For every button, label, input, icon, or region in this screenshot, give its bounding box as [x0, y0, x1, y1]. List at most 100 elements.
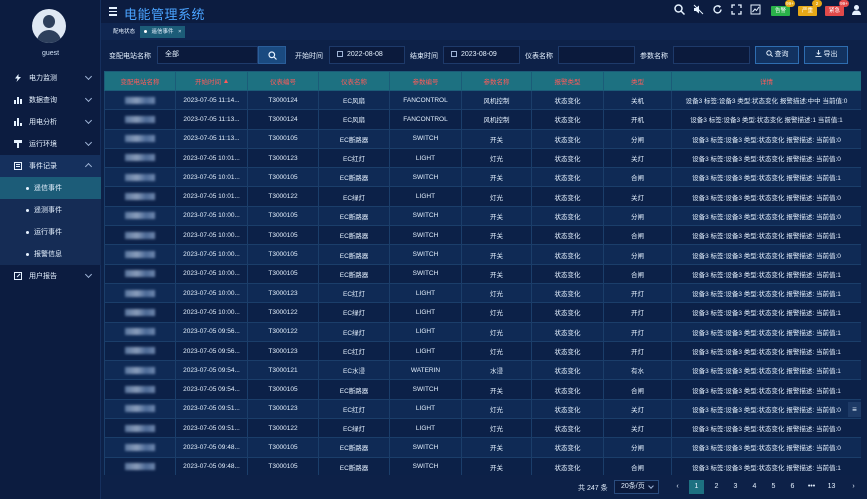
sort-asc-icon[interactable] — [224, 79, 228, 83]
sidebar-item-user-report[interactable]: 用户报告 — [0, 265, 101, 287]
sidebar-subitem-telemetry[interactable]: 遥测事件 — [0, 199, 101, 221]
page-button-5[interactable]: 5 — [766, 480, 781, 494]
cell-type: 合闸 — [603, 225, 672, 246]
avatar[interactable] — [32, 9, 66, 43]
page-size-select[interactable]: 20条/页 — [614, 480, 659, 494]
cell-type: 关机 — [603, 89, 672, 111]
redacted-text — [125, 250, 155, 258]
end-date-value: 2023-08-09 — [461, 51, 497, 58]
redacted-text — [125, 463, 155, 471]
sidebar-subitem-runtime[interactable]: 运行事件 — [0, 221, 101, 243]
table-row[interactable]: 2023-07-05 11:13... T3000105 EC断路器 SWITCH 开关… — [104, 128, 861, 149]
column-header-alarm-type[interactable]: 报警类型 — [531, 71, 604, 91]
hamburger-menu-icon[interactable] — [109, 7, 117, 16]
alarm-warning-button[interactable]: 告警 99+ — [770, 0, 795, 16]
prev-page-button[interactable]: ‹ — [670, 480, 685, 494]
cell-type: 合闸 — [603, 456, 672, 475]
sidebar-item-data-query[interactable]: 数据查询 — [0, 89, 101, 111]
column-header-param-name[interactable]: 参数名称 — [461, 71, 532, 91]
alarm-serious-button[interactable]: 严重 2 — [797, 0, 822, 16]
station-select[interactable]: 全部 — [157, 46, 258, 64]
user-icon[interactable] — [849, 4, 863, 18]
param-name-input[interactable] — [673, 46, 750, 64]
username: guest — [41, 50, 60, 57]
start-date-input[interactable]: 2022-08-08 — [329, 46, 405, 64]
cell-param-name: 开关 — [461, 128, 532, 149]
table-row[interactable]: 2023-07-05 09:48... T3000105 EC断路器 SWITCH 开关… — [104, 437, 861, 458]
page-button-3[interactable]: 3 — [728, 480, 743, 494]
cell-param-id: WATERIN — [389, 360, 462, 381]
cell-details: 设备3 标签:设备3 类型:状态变化 报警描述: 当前值:1 — [671, 321, 861, 342]
page-button-6[interactable]: 6 — [785, 480, 800, 494]
table-row[interactable]: 2023-07-05 09:54... T3000121 EC水浸 WATERIN 水浸… — [104, 360, 861, 381]
cell-start-time: 2023-07-05 11:13... — [175, 109, 248, 130]
table-row[interactable]: 2023-07-05 10:00... T3000105 EC断路器 SWITCH 开关… — [104, 244, 861, 265]
chevron-down-icon — [84, 116, 93, 125]
table-row[interactable]: 2023-07-05 09:54... T3000105 EC断路器 SWITCH 开关… — [104, 379, 861, 400]
table-row[interactable]: 2023-07-05 10:00... T3000105 EC断路器 SWITCH 开关… — [104, 225, 861, 246]
cell-station-redacted — [104, 167, 176, 188]
close-icon[interactable]: × — [178, 29, 181, 35]
export-button[interactable]: 导出 — [804, 46, 848, 64]
table-row[interactable]: 2023-07-05 10:01... T3000123 EC红灯 LIGHT 灯光 状态… — [104, 147, 861, 169]
cell-meter-name: EC断路器 — [318, 379, 390, 400]
page-button-4[interactable]: 4 — [747, 480, 762, 494]
table-row[interactable]: 2023-07-05 09:51... T3000123 EC红灯 LIGHT 灯光 状态… — [104, 398, 861, 420]
page-button-13[interactable]: 13 — [824, 480, 839, 494]
cell-alarm-type: 状态变化 — [531, 244, 604, 265]
column-header-meter-name[interactable]: 仪表名称 — [318, 71, 390, 91]
table-row[interactable]: 2023-07-05 10:01... T3000105 EC断路器 SWITCH 开关… — [104, 167, 861, 188]
query-button[interactable]: 查询 — [755, 46, 799, 64]
column-header-meter-id[interactable]: 仪表编号 — [247, 71, 319, 91]
column-header-start-time[interactable]: 开始时间 — [175, 71, 248, 91]
page-button-2[interactable]: 2 — [709, 480, 724, 494]
refresh-icon[interactable] — [711, 4, 725, 18]
cell-details: 设备3 标签:设备3 类型:状态变化 报警描述: 当前值:1 — [671, 167, 861, 188]
sidebar-subitem-remote-signal[interactable]: 遥信事件 — [0, 177, 101, 199]
alarm-serious-label: 严重 — [801, 8, 813, 14]
cell-type: 分闸 — [603, 437, 672, 458]
redacted-text — [125, 270, 155, 278]
event-table: 变配电站名称 开始时间 仪表编号 仪表名称 参数编号 参数名称 报警类型 类型 … — [104, 71, 861, 475]
mute-icon[interactable] — [692, 4, 706, 18]
meter-name-input[interactable] — [558, 46, 635, 64]
table-row[interactable]: 2023-07-05 10:00... T3000105 EC断路器 SWITCH 开关… — [104, 263, 861, 284]
end-date-input[interactable]: 2023-08-09 — [443, 46, 520, 64]
table-row[interactable]: 2023-07-05 10:00... T3000123 EC红灯 LIGHT 灯光 状态… — [104, 282, 861, 304]
cell-start-time: 2023-07-05 09:56... — [175, 340, 248, 362]
table-row[interactable]: 2023-07-05 09:51... T3000122 EC绿灯 LIGHT 灯光 状态… — [104, 418, 861, 439]
table-row[interactable]: 2023-07-05 10:00... T3000122 EC绿灯 LIGHT 灯光 状态… — [104, 302, 861, 323]
chart-icon[interactable] — [749, 4, 763, 18]
table-row[interactable]: 2023-07-05 10:00... T3000105 EC断路器 SWITCH 开关… — [104, 205, 861, 227]
column-header-type[interactable]: 类型 — [603, 71, 672, 91]
tab-remote-signal[interactable]: 遥信事件 × — [140, 26, 186, 38]
table-row[interactable]: 2023-07-05 09:56... T3000122 EC绿灯 LIGHT 灯光 状态… — [104, 321, 861, 342]
column-header-station[interactable]: 变配电站名称 — [104, 71, 176, 91]
table-row[interactable]: 2023-07-05 09:48... T3000105 EC断路器 SWITCH 开关… — [104, 456, 861, 475]
settings-float-icon[interactable]: ≡ — [848, 402, 861, 417]
alarm-urgent-button[interactable]: 紧急 99+ — [824, 0, 849, 16]
tab-power-status[interactable]: 配电状态 — [109, 26, 139, 38]
table-row[interactable]: 2023-07-05 09:56... T3000123 EC红灯 LIGHT 灯光 状态… — [104, 340, 861, 362]
page-button-1[interactable]: 1 — [689, 480, 704, 494]
sidebar-item-power-analysis[interactable]: 用电分析 — [0, 111, 101, 133]
sidebar-item-environment[interactable]: 运行环境 — [0, 133, 101, 155]
sidebar-item-event-log[interactable]: 事件记录 — [0, 155, 101, 177]
sidebar-subitem-alarm-info[interactable]: 报警信息 — [0, 243, 101, 265]
page-ellipsis[interactable]: ••• — [804, 480, 819, 494]
table-row[interactable]: 2023-07-05 10:01... T3000122 EC绿灯 LIGHT 灯光 状态… — [104, 186, 861, 207]
cell-start-time: 2023-07-05 10:01... — [175, 186, 248, 207]
table-row[interactable]: 2023-07-05 11:14... T3000124 EC风扇 FANCONTRO… — [104, 89, 861, 111]
station-search-button[interactable] — [258, 46, 286, 64]
next-page-button[interactable]: › — [846, 480, 861, 494]
fullscreen-icon[interactable] — [730, 4, 744, 18]
column-header-details[interactable]: 详情 — [671, 71, 861, 91]
table-row[interactable]: 2023-07-05 11:13... T3000124 EC风扇 FANCONTRO… — [104, 109, 861, 130]
cell-meter-id: T3000105 — [247, 205, 319, 227]
cell-start-time: 2023-07-05 10:00... — [175, 244, 248, 265]
cell-station-redacted — [104, 456, 176, 475]
column-header-param-id[interactable]: 参数编号 — [389, 71, 462, 91]
search-icon[interactable] — [673, 4, 687, 18]
sidebar-item-power-monitor[interactable]: 电力监测 — [0, 67, 101, 89]
total-count: 共 247 条 — [578, 485, 608, 492]
